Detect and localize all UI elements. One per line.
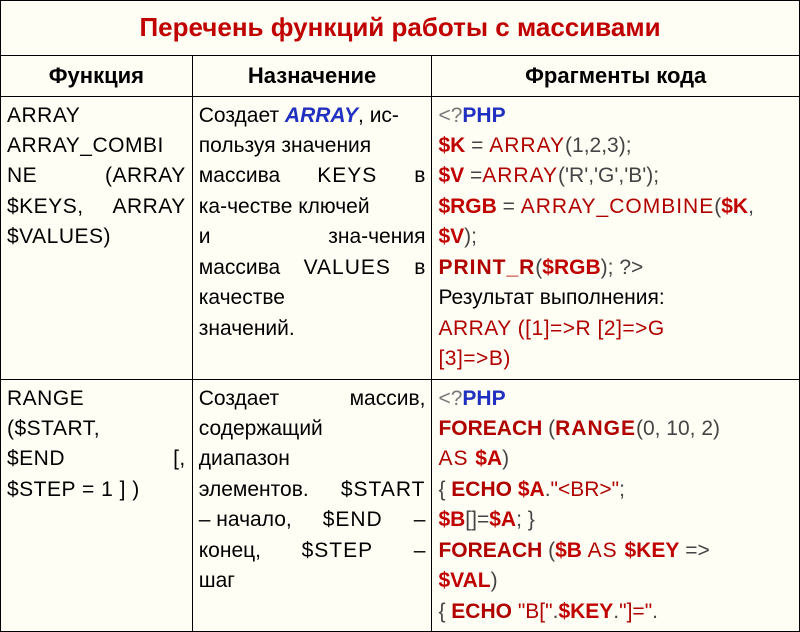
desc-line: шаг	[199, 566, 426, 596]
title-row: Перечень функций работы с массивами	[1, 1, 800, 56]
code-cell: <?PHP FOREACH (RANGE(0, 10, 2) AS $A) { …	[432, 379, 800, 632]
func-line: NE (ARRAY	[7, 161, 186, 191]
desc-cell: Создает массив, содержащий диапазон элем…	[192, 379, 432, 632]
desc-cell: Создает ARRAY, ис- пользуя значения масс…	[192, 96, 432, 379]
code-line: FOREACH (RANGE(0, 10, 2)	[438, 414, 793, 444]
desc-line: конец, $STEP –	[199, 536, 426, 566]
code-cell: <?PHP $K = ARRAY(1,2,3); $V =ARRAY('R','…	[432, 96, 800, 379]
functions-table: Перечень функций работы с массивами Функ…	[0, 0, 800, 632]
code-line: <?PHP	[438, 101, 793, 131]
page-title: Перечень функций работы с массивами	[1, 1, 800, 56]
result-label: Результат выполнения:	[438, 283, 793, 313]
func-line: RANGE	[7, 384, 186, 414]
table-row: ARRAY ARRAY_COMBI NE (ARRAY $KEYS, ARRAY…	[1, 96, 800, 379]
code-line: <?PHP	[438, 384, 793, 414]
desc-line: значений.	[199, 314, 426, 344]
table-row: RANGE ($START, $END [, $STEP = 1 ] ) Соз…	[1, 379, 800, 632]
func-cell: RANGE ($START, $END [, $STEP = 1 ] )	[1, 379, 193, 632]
func-line: ARRAY	[7, 101, 186, 131]
desc-line: массива VALUES в	[199, 253, 426, 283]
code-line: $RGB = ARRAY_COMBINE($K,	[438, 192, 793, 222]
desc-line: – начало, $END –	[199, 505, 426, 535]
desc-line: и зна-чения	[199, 222, 426, 252]
func-line: ARRAY_COMBI	[7, 131, 186, 161]
result-line: [3]=>B)	[438, 344, 793, 374]
desc-line: содержащий	[199, 414, 426, 444]
header-row: Функция Назначение Фрагменты кода	[1, 55, 800, 96]
func-line: $END [,	[7, 444, 186, 474]
desc-line: пользуя значения	[199, 131, 426, 161]
code-line: $K = ARRAY(1,2,3);	[438, 131, 793, 161]
desc-line: диапазон	[199, 444, 426, 474]
func-line: $STEP = 1 ] )	[7, 475, 186, 505]
code-line: $V =ARRAY('R','G','B');	[438, 161, 793, 191]
header-code: Фрагменты кода	[432, 55, 800, 96]
func-line: $KEYS, ARRAY	[7, 192, 186, 222]
code-line: $B[]=$A; }	[438, 505, 793, 535]
code-line: $V);	[438, 222, 793, 252]
func-line: ($START,	[7, 414, 186, 444]
result-line: ARRAY ([1]=>R [2]=>G	[438, 314, 793, 344]
desc-line: Создает массив,	[199, 384, 426, 414]
header-func: Функция	[1, 55, 193, 96]
desc-line: Создает ARRAY, ис-	[199, 101, 426, 131]
code-line: PRINT_R($RGB); ?>	[438, 253, 793, 283]
desc-line: массива KEYS в	[199, 161, 426, 191]
func-line: $VALUES)	[7, 222, 186, 252]
code-line: { ECHO $A."<BR>";	[438, 475, 793, 505]
desc-line: качестве	[199, 283, 426, 313]
desc-line: ка-честве ключей	[199, 192, 426, 222]
desc-line: элементов. $START	[199, 475, 426, 505]
header-desc: Назначение	[192, 55, 432, 96]
code-line: AS $A)	[438, 444, 793, 474]
code-line: $VAL)	[438, 566, 793, 596]
func-cell: ARRAY ARRAY_COMBI NE (ARRAY $KEYS, ARRAY…	[1, 96, 193, 379]
code-line: FOREACH ($B AS $KEY =>	[438, 536, 793, 566]
code-line: { ECHO "B[".$KEY."]=".	[438, 597, 793, 627]
